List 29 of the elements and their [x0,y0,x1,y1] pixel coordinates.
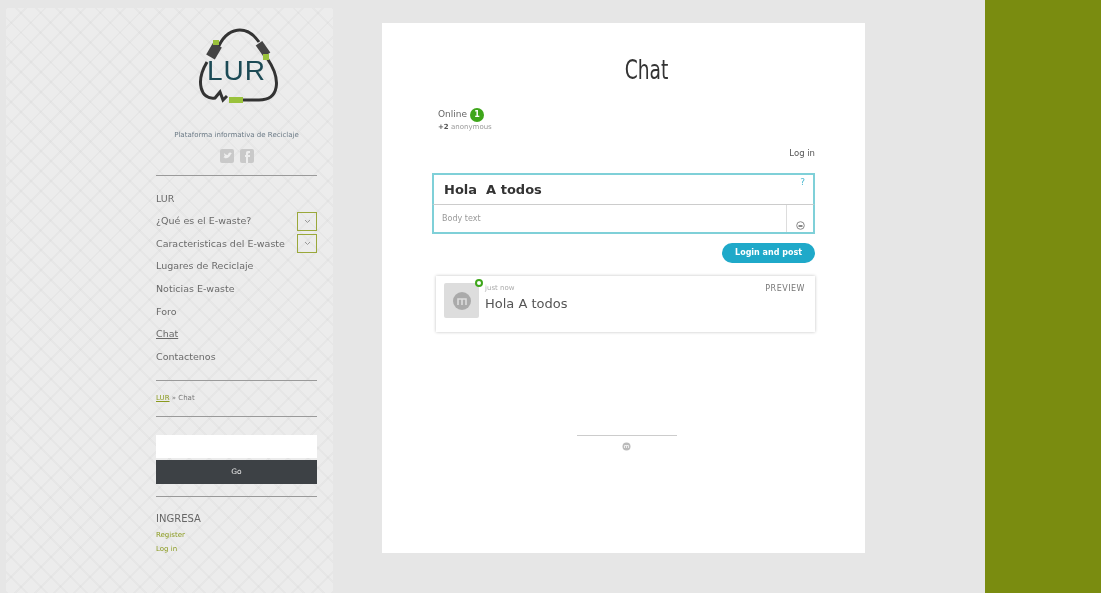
post-button[interactable]: Login and post [722,243,815,264]
nav-link[interactable]: Foro [156,304,177,319]
nav-link[interactable]: Contactenos [156,349,216,365]
chevron-down-icon [303,218,311,224]
nav-link[interactable]: Chat [156,327,179,342]
nav-link[interactable]: Noticias E-waste [156,282,235,297]
logo-icon [622,442,631,452]
logo-text: LUR [206,54,267,88]
expand-button[interactable] [297,211,317,231]
expand-button[interactable] [297,234,317,254]
nav-link[interactable]: LUR [156,191,175,206]
nav-link[interactable]: Lugares de Reciclaje [156,259,254,274]
twitter-icon[interactable] [219,148,234,163]
login-link[interactable]: Log in [789,146,815,160]
facebook-icon[interactable] [239,148,254,163]
avatar-icon [451,290,472,311]
search-field[interactable] [156,434,317,458]
body-field[interactable]: Body text [432,205,815,235]
preview-label: PREVIEW [765,283,805,296]
nav-link[interactable]: Caracteristicas del E-waste [156,236,285,252]
chevron-down-icon [303,241,311,247]
message-text: Hola A todos [485,294,568,313]
section-title: INGRESA [156,511,202,526]
page-title: Chat [623,54,670,87]
avatar-icon[interactable] [795,221,805,231]
nav-link[interactable]: ¿Qué es el E-waste? [156,214,252,229]
online-label: Online [438,108,468,122]
online-count-badge: 1 [470,108,485,122]
title-field[interactable]: Hola A todos ? [432,173,815,206]
